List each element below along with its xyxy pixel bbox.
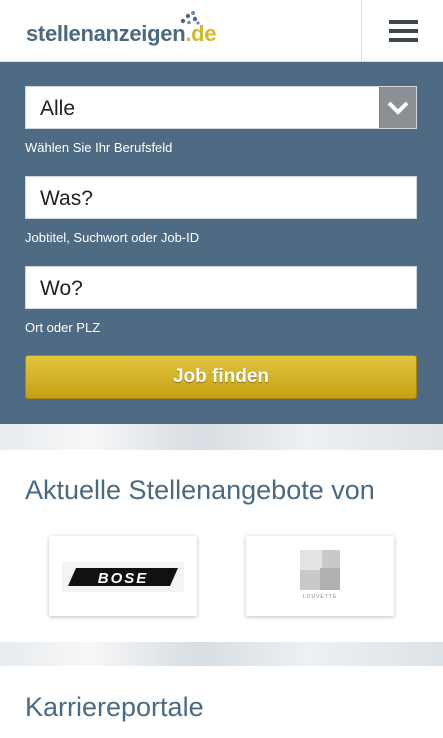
portals-title: Karriereportale	[25, 692, 204, 722]
category-select-value: Alle	[40, 97, 76, 120]
louvette-logo-text: LOUVETTE	[302, 594, 338, 600]
company-card-bose[interactable]: BOSE	[49, 536, 197, 616]
where-input[interactable]: Wo?	[25, 266, 417, 309]
louvette-logo	[300, 550, 340, 590]
site-header: stellenanzeigen.de	[0, 0, 443, 62]
background-image-strip	[0, 424, 443, 450]
company-card-louvette[interactable]: LOUVETTE	[246, 536, 394, 616]
category-select[interactable]: Alle	[25, 86, 417, 129]
logo-dots-icon	[180, 11, 200, 25]
what-input[interactable]: Was?	[25, 176, 417, 219]
bose-logo: BOSE	[62, 562, 184, 592]
chevron-down-icon[interactable]	[379, 87, 416, 128]
logo-main-text: stellenanzeigen	[26, 21, 186, 46]
menu-button[interactable]	[361, 0, 443, 62]
where-input-value: Wo?	[40, 277, 83, 300]
what-input-value: Was?	[40, 187, 93, 210]
category-hint: Wählen Sie Ihr Berufsfeld	[25, 140, 173, 155]
where-hint: Ort oder PLZ	[25, 320, 101, 335]
svg-text:BOSE: BOSE	[98, 570, 149, 587]
background-image-strip-2	[0, 642, 443, 666]
job-finden-button[interactable]: Job finden	[25, 355, 417, 399]
companies-title: Aktuelle Stellenangebote von	[25, 475, 375, 505]
what-hint: Jobtitel, Suchwort oder Job-ID	[25, 230, 200, 245]
job-search-form: Alle Wählen Sie Ihr Berufsfeld Was? Jobt…	[0, 62, 443, 424]
